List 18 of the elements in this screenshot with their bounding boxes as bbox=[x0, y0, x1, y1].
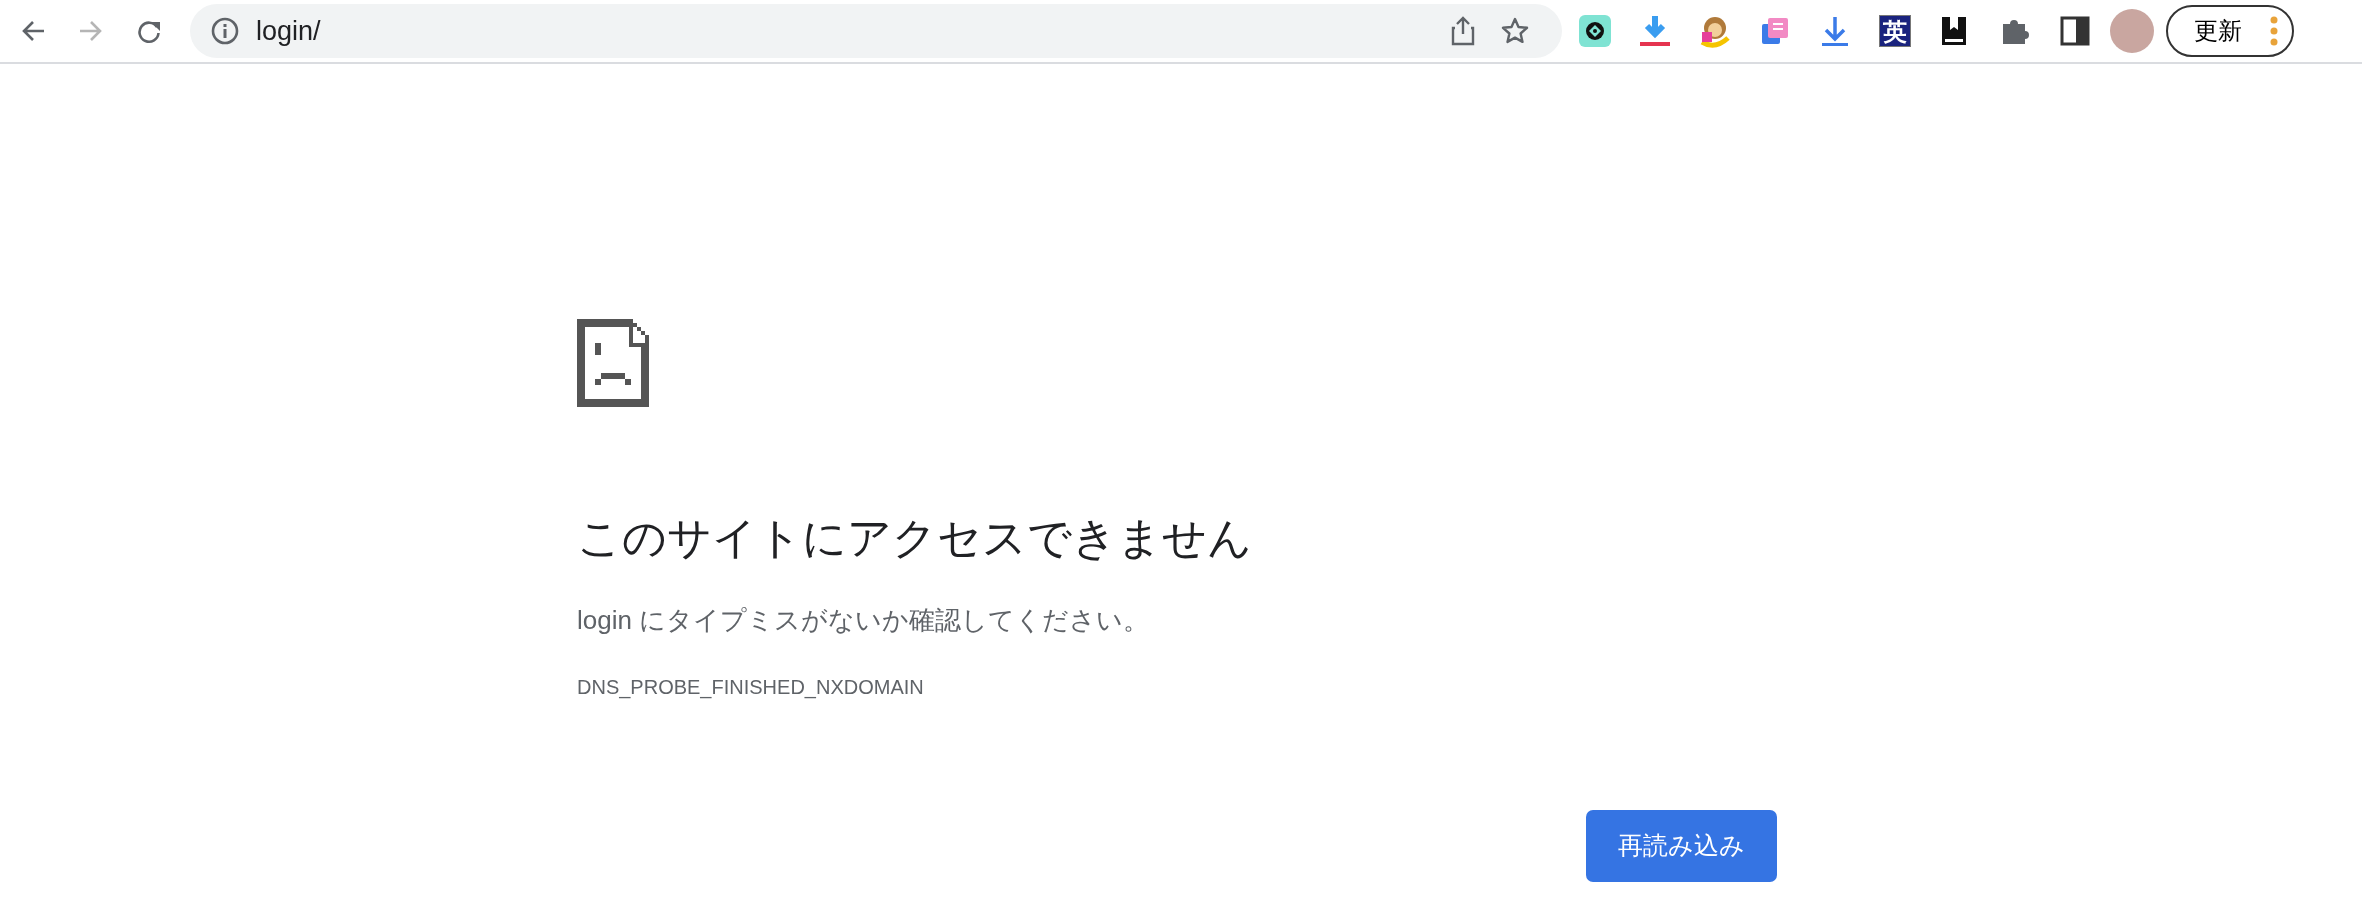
badge-icon bbox=[1578, 14, 1612, 48]
info-icon bbox=[210, 16, 240, 46]
more-icon bbox=[2270, 16, 2278, 46]
error-heading: このサイトにアクセスできません bbox=[577, 512, 1253, 564]
download-icon bbox=[1638, 14, 1672, 48]
side-panel-icon bbox=[2058, 14, 2092, 48]
error-code: DNS_PROBE_FINISHED_NXDOMAIN bbox=[577, 675, 925, 701]
address-bar[interactable]: login/ bbox=[190, 4, 1562, 58]
sad-page-icon bbox=[577, 319, 649, 407]
reload-button[interactable]: 再読み込み bbox=[1586, 810, 1777, 882]
monkey-icon bbox=[1698, 14, 1732, 48]
url-text: login/ bbox=[256, 14, 321, 48]
update-button[interactable]: 更新 bbox=[2166, 5, 2294, 57]
error-message: login にタイプミスがないか確認してください。 bbox=[577, 604, 1151, 637]
share-icon bbox=[1450, 16, 1476, 46]
star-icon bbox=[1500, 16, 1530, 46]
reload-icon bbox=[136, 18, 162, 44]
extension-button[interactable]: 英 bbox=[1879, 15, 1911, 47]
